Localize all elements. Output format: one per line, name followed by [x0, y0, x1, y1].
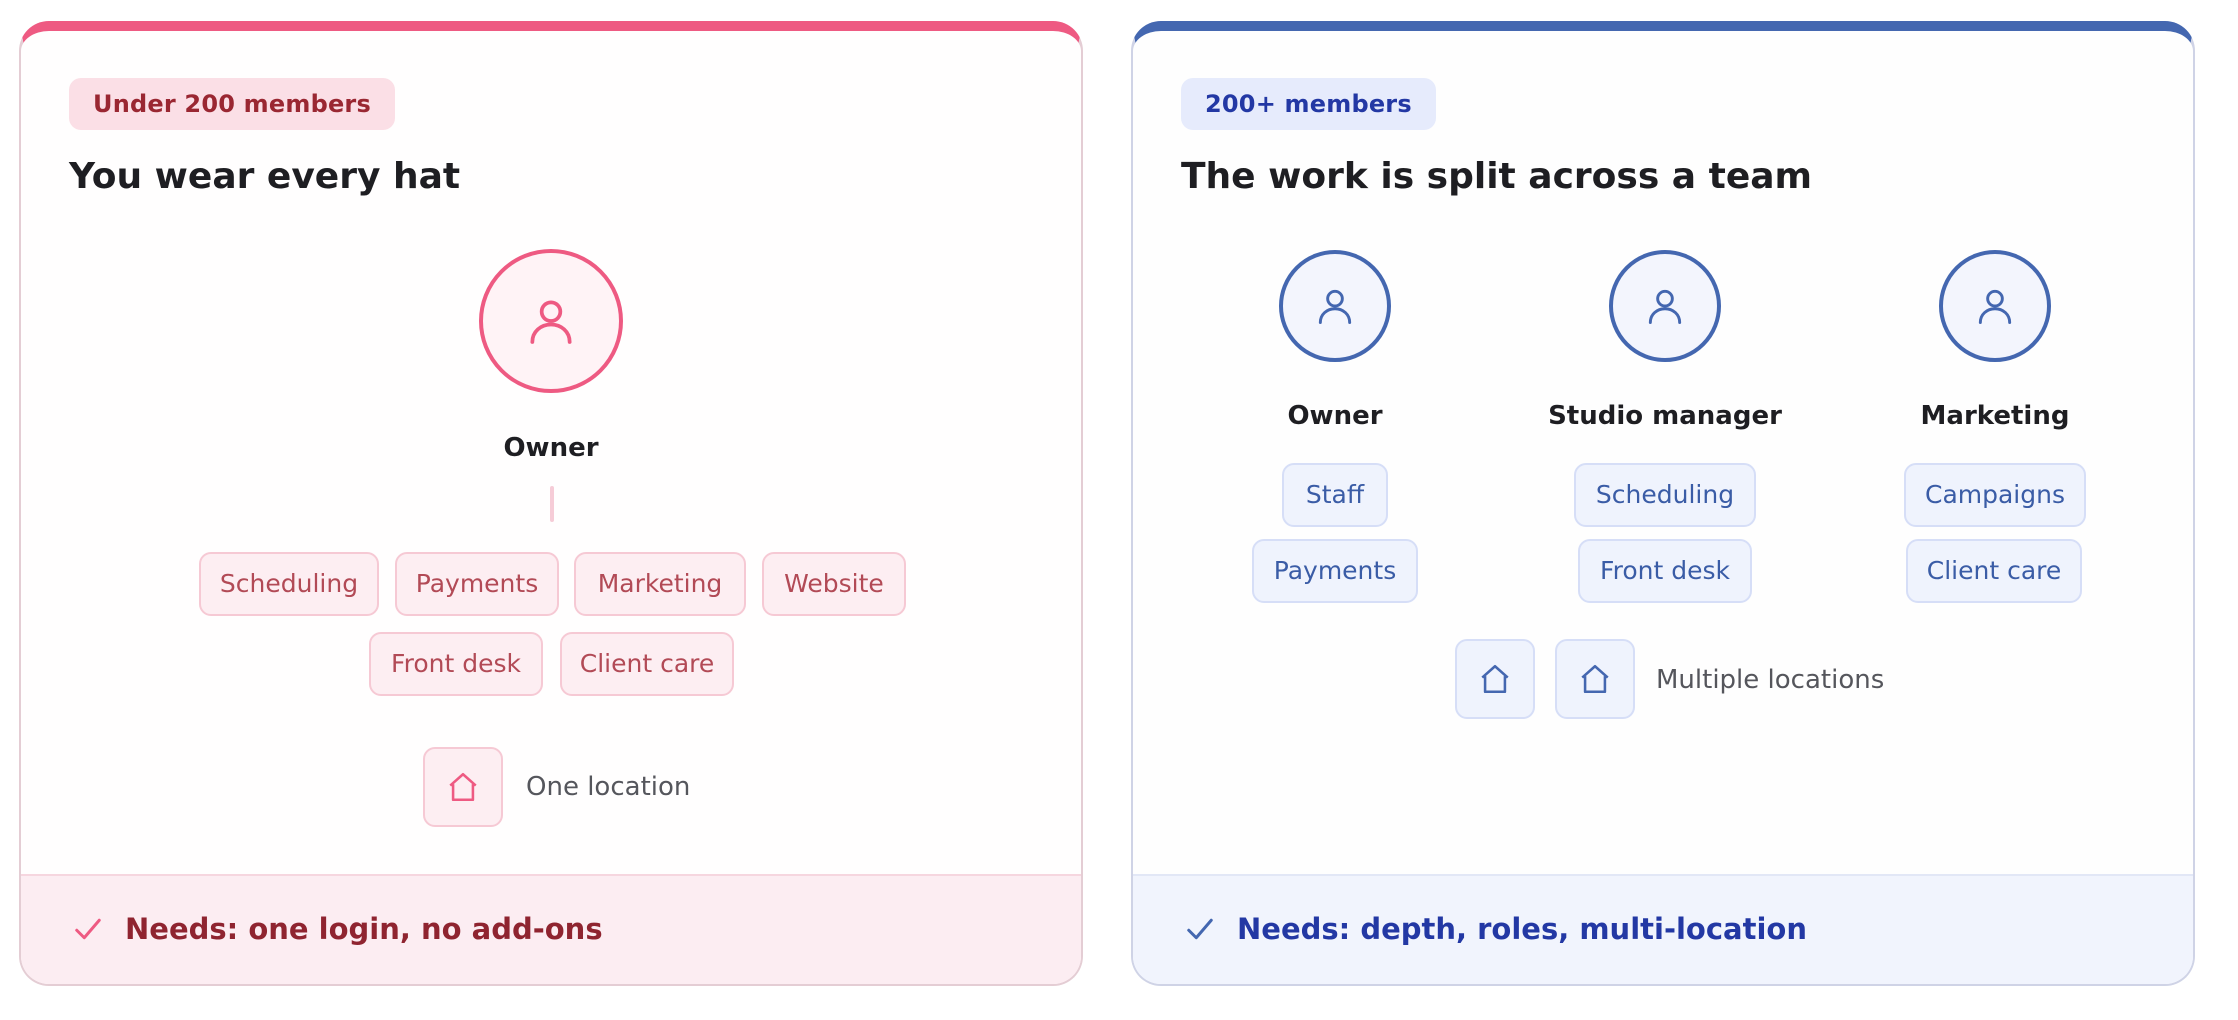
home-icon — [1481, 664, 1509, 694]
segment-badge: Under 200 members — [69, 78, 395, 130]
role-name-owner: Owner — [503, 433, 599, 463]
marketing-avatar — [1939, 250, 2051, 362]
responsibility-chip: Staff — [1282, 463, 1388, 527]
connector-line — [550, 486, 554, 522]
person-icon — [530, 300, 572, 344]
responsibility-chip: Scheduling — [199, 552, 379, 616]
card-headline: You wear every hat — [69, 156, 461, 197]
large-studio-card: 200+ members The work is split across a … — [1131, 21, 2195, 986]
responsibility-chip: Payments — [395, 552, 559, 616]
responsibility-chip: Client care — [1906, 539, 2082, 603]
responsibility-chip: Campaigns — [1904, 463, 2086, 527]
location-box — [1455, 639, 1535, 719]
needs-text: Needs: one login, no add-ons — [125, 912, 603, 946]
role-name-studio-manager: Studio manager — [1548, 401, 1782, 431]
responsibility-chip: Front desk — [1578, 539, 1752, 603]
responsibility-chip: Client care — [560, 632, 734, 696]
responsibility-chip: Scheduling — [1574, 463, 1756, 527]
location-box — [1555, 639, 1635, 719]
check-icon — [75, 918, 101, 940]
responsibility-chip: Payments — [1252, 539, 1418, 603]
owner-avatar — [479, 249, 623, 393]
person-icon — [1978, 289, 2012, 324]
card-headline: The work is split across a team — [1181, 156, 1813, 197]
location-box — [423, 747, 503, 827]
segment-badge: 200+ members — [1181, 78, 1436, 130]
responsibility-chip: Front desk — [369, 632, 543, 696]
person-icon — [1318, 289, 1352, 324]
location-label: Multiple locations — [1656, 665, 1885, 695]
needs-footer: Needs: depth, roles, multi-location — [1133, 874, 2193, 984]
owner-avatar — [1279, 250, 1391, 362]
home-icon — [449, 772, 477, 802]
home-icon — [1581, 664, 1609, 694]
responsibility-chip: Website — [762, 552, 906, 616]
person-icon — [1648, 289, 1682, 324]
check-icon — [1187, 918, 1213, 940]
role-name-marketing: Marketing — [1920, 401, 2070, 431]
role-name-owner: Owner — [1287, 401, 1383, 431]
needs-footer: Needs: one login, no add-ons — [21, 874, 1081, 984]
location-label: One location — [526, 772, 691, 802]
small-studio-card: Under 200 members You wear every hat Own… — [19, 21, 1083, 986]
responsibility-chip: Marketing — [574, 552, 746, 616]
needs-text: Needs: depth, roles, multi-location — [1237, 912, 1807, 946]
studio-manager-avatar — [1609, 250, 1721, 362]
